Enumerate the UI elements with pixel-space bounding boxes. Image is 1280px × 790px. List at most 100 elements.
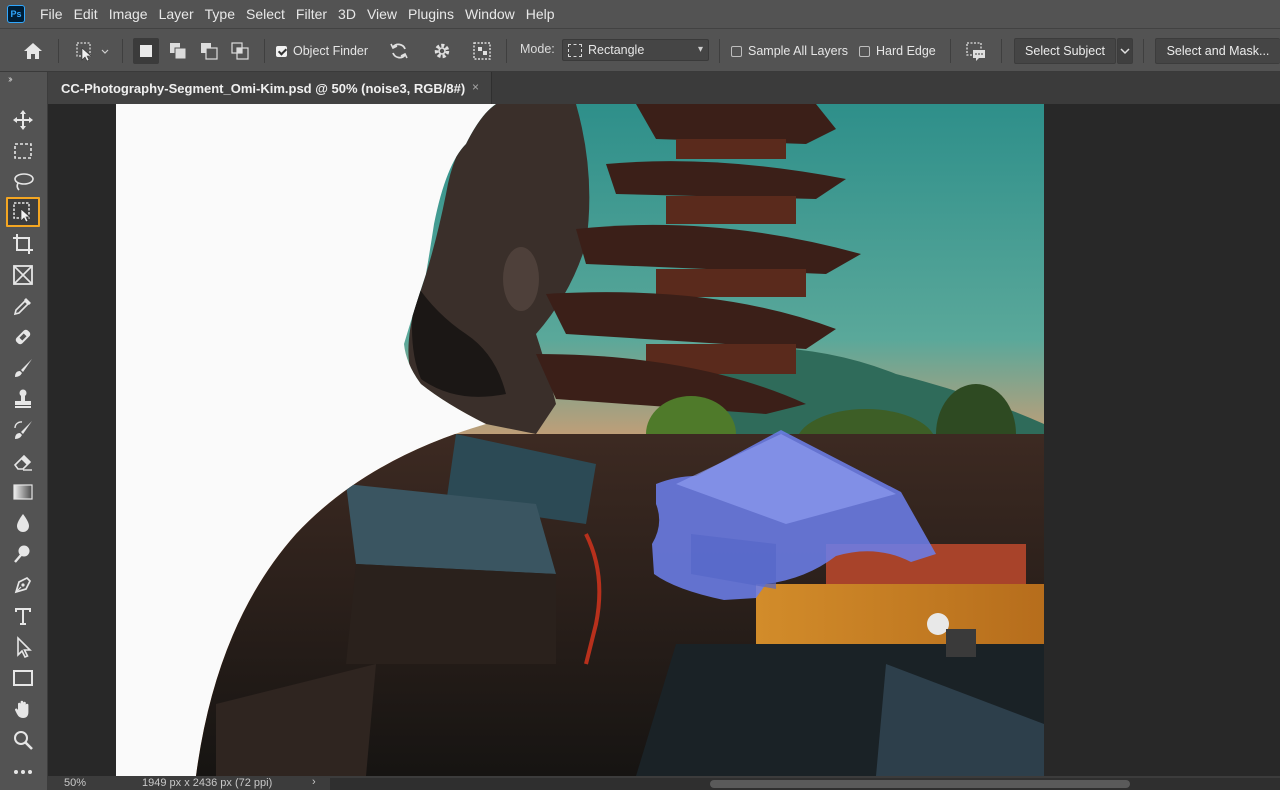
- photoshop-logo[interactable]: Ps: [7, 5, 25, 23]
- eraser-tool[interactable]: [8, 447, 38, 475]
- menu-select[interactable]: Select: [246, 6, 294, 22]
- hard-edge-checkbox[interactable]: Hard Edge: [859, 44, 936, 58]
- history-brush-icon: [14, 421, 32, 439]
- brush-tool[interactable]: [8, 354, 38, 382]
- menu-plugins[interactable]: Plugins: [408, 6, 463, 22]
- checkbox-box[interactable]: [859, 45, 870, 57]
- gear-icon[interactable]: [430, 39, 454, 63]
- chevron-down-icon: [1120, 48, 1130, 55]
- object-finder-label: Object Finder: [293, 44, 369, 58]
- hard-edge-label: Hard Edge: [876, 44, 936, 58]
- rectangle-tool[interactable]: [8, 664, 38, 692]
- menu-filter[interactable]: Filter: [296, 6, 336, 22]
- checkbox-box[interactable]: [276, 45, 287, 57]
- brush-icon: [15, 359, 32, 377]
- rectangle-icon: [13, 670, 33, 686]
- spot-healing-brush-tool[interactable]: [8, 323, 38, 351]
- object-selection-icon: [13, 202, 31, 223]
- separator: [58, 39, 59, 63]
- sample-all-layers-checkbox[interactable]: Sample All Layers: [731, 44, 848, 58]
- blur-tool[interactable]: [8, 509, 38, 537]
- mode-dropdown[interactable]: Rectangle ▾: [562, 39, 709, 61]
- object-selection-tool[interactable]: [6, 197, 40, 227]
- arrow-pointer-icon: [17, 636, 32, 658]
- document-tab-title: CC-Photography-Segment_Omi-Kim.psd @ 50%…: [61, 80, 466, 96]
- document-canvas[interactable]: [116, 104, 1044, 776]
- path-selection-tool[interactable]: [8, 633, 38, 661]
- status-menu-arrow[interactable]: ›: [312, 776, 316, 788]
- crop-tool[interactable]: [8, 230, 38, 258]
- select-subject-button[interactable]: Select Subject: [1014, 38, 1116, 64]
- type-tool[interactable]: [8, 602, 38, 630]
- gradient-tool[interactable]: [8, 478, 38, 506]
- close-icon[interactable]: ×: [472, 80, 479, 94]
- lasso-icon: [14, 173, 34, 191]
- status-bar: 50% 1949 px x 2436 px (72 ppi) ›: [48, 776, 1280, 790]
- zoom-tool[interactable]: [8, 726, 38, 754]
- separator: [264, 39, 265, 63]
- menu-layer[interactable]: Layer: [159, 6, 203, 22]
- crop-icon: [13, 234, 33, 254]
- separator: [1001, 39, 1002, 63]
- separator: [122, 39, 123, 63]
- home-icon[interactable]: [22, 40, 44, 62]
- subtract-from-selection-icon[interactable]: [196, 38, 222, 64]
- eyedropper-icon: [13, 298, 31, 316]
- menu-edit[interactable]: Edit: [74, 6, 107, 22]
- stamp-icon: [15, 389, 31, 408]
- hand-tool[interactable]: [8, 695, 38, 723]
- menu-window[interactable]: Window: [465, 6, 524, 22]
- frame-tool[interactable]: [8, 261, 38, 289]
- checkbox-box[interactable]: [731, 45, 742, 57]
- menu-view[interactable]: View: [367, 6, 406, 22]
- refresh-icon[interactable]: [387, 39, 411, 63]
- tools-panel: ››: [0, 72, 48, 790]
- pen-icon: [14, 576, 32, 594]
- history-brush-tool[interactable]: [8, 416, 38, 444]
- zoom-level[interactable]: 50%: [64, 777, 86, 789]
- menu-bar: Ps File Edit Image Layer Type Select Fil…: [0, 0, 1280, 28]
- canvas-area[interactable]: [48, 104, 1280, 776]
- clone-stamp-tool[interactable]: [8, 385, 38, 413]
- menu-help[interactable]: Help: [526, 6, 564, 22]
- bandage-icon: [15, 329, 31, 345]
- document-info: 1949 px x 2436 px (72 ppi): [142, 777, 273, 789]
- document-tab-bar: CC-Photography-Segment_Omi-Kim.psd @ 50%…: [48, 72, 1280, 104]
- double-exposure-image: [116, 104, 1044, 776]
- document-tab[interactable]: CC-Photography-Segment_Omi-Kim.psd @ 50%…: [48, 72, 492, 104]
- menu-file[interactable]: File: [40, 6, 72, 22]
- add-to-selection-icon[interactable]: [165, 38, 191, 64]
- object-finder-checkbox[interactable]: Object Finder: [276, 44, 368, 58]
- separator: [719, 39, 720, 63]
- lasso-tool[interactable]: [8, 168, 38, 196]
- dodge-tool[interactable]: [8, 540, 38, 568]
- intersect-selection-icon[interactable]: [227, 38, 253, 64]
- feedback-icon[interactable]: [963, 39, 989, 65]
- select-subject-dropdown[interactable]: [1117, 38, 1133, 64]
- new-selection-icon[interactable]: [133, 38, 159, 64]
- mode-value: Rectangle: [588, 43, 645, 57]
- tool-preset-picker[interactable]: [72, 39, 112, 63]
- show-all-objects-icon[interactable]: [470, 39, 494, 63]
- sample-all-layers-label: Sample All Layers: [748, 44, 849, 58]
- eyedropper-tool[interactable]: [8, 292, 38, 320]
- select-and-mask-button[interactable]: Select and Mask...: [1155, 38, 1280, 64]
- pen-tool[interactable]: [8, 571, 38, 599]
- hand-icon: [14, 700, 29, 718]
- rectangular-marquee-tool[interactable]: [8, 137, 38, 165]
- chevron-down-icon: ▾: [697, 44, 703, 55]
- gradient-icon: [13, 484, 33, 500]
- eraser-icon: [13, 454, 32, 471]
- panel-collapse-icon[interactable]: ››: [8, 74, 12, 85]
- droplet-icon: [17, 514, 29, 532]
- menu-image[interactable]: Image: [109, 6, 157, 22]
- type-icon: [15, 608, 31, 625]
- options-bar: Object Finder Mode: Rectangle ▾ Sample A…: [0, 28, 1280, 72]
- frame-icon: [13, 265, 33, 285]
- move-tool[interactable]: [8, 106, 38, 134]
- more-tools-icon[interactable]: [8, 758, 38, 786]
- horizontal-scrollbar[interactable]: [330, 778, 1280, 790]
- menu-type[interactable]: Type: [205, 6, 244, 22]
- scrollbar-thumb[interactable]: [710, 780, 1130, 788]
- menu-3d[interactable]: 3D: [338, 6, 365, 22]
